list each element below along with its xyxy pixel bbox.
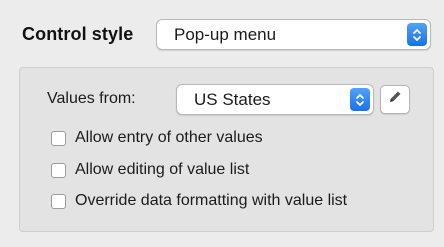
override-formatting-option[interactable]: Override data formatting with value list — [51, 190, 347, 212]
allow-entry-label: Allow entry of other values — [75, 129, 263, 146]
allow-editing-checkbox[interactable] — [51, 162, 66, 178]
field-control-inspector: Control style Pop-up menu Values from: U… — [0, 0, 444, 247]
control-style-value: Pop-up menu — [174, 24, 277, 44]
allow-entry-checkbox[interactable] — [51, 130, 66, 146]
values-from-value: US States — [194, 89, 271, 109]
pencil-icon — [387, 89, 403, 110]
allow-editing-option[interactable]: Allow editing of value list — [51, 159, 249, 181]
values-from-popup[interactable]: US States — [176, 84, 374, 115]
override-formatting-label: Override data formatting with value list — [75, 192, 348, 209]
allow-entry-option[interactable]: Allow entry of other values — [51, 127, 263, 149]
updown-arrows-icon — [350, 88, 370, 111]
override-formatting-checkbox[interactable] — [51, 193, 66, 209]
updown-arrows-icon — [407, 23, 427, 46]
control-style-popup[interactable]: Pop-up menu — [156, 19, 431, 50]
values-from-label: Values from: — [47, 90, 136, 107]
allow-editing-label: Allow editing of value list — [75, 161, 250, 178]
control-style-row: Control style — [22, 18, 133, 50]
edit-value-list-button[interactable] — [380, 85, 410, 114]
control-style-label: Control style — [22, 23, 134, 44]
